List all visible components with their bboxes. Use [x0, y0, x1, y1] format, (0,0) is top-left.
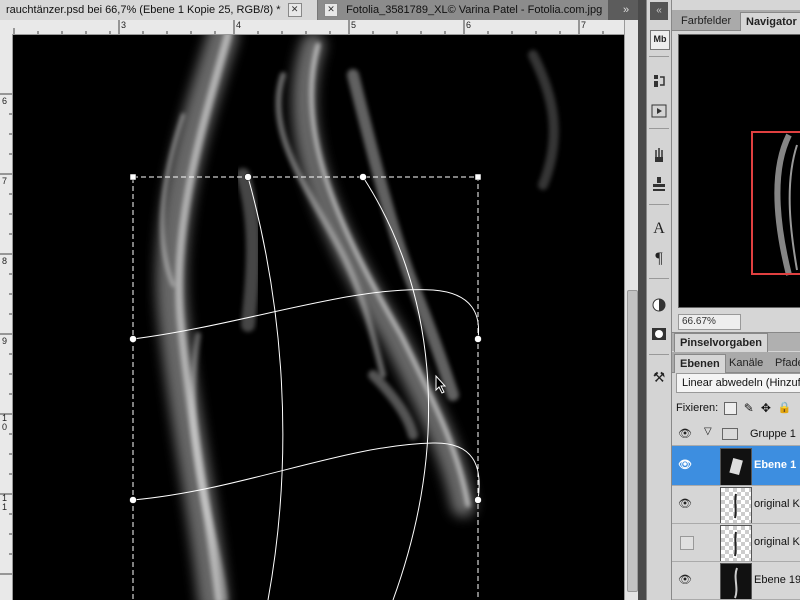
document-tab-label: rauchtänzer.psd bei 66,7% (Ebene 1 Kopie… [6, 4, 281, 16]
ruler-number: 1 0 [2, 413, 8, 432]
document-canvas[interactable] [13, 35, 624, 600]
tab-pfade[interactable]: Pfade [770, 354, 800, 372]
tab-farbfelder[interactable]: Farbfelder [676, 12, 736, 30]
layer-thumbnail [720, 487, 752, 523]
ruler-number: 7 [581, 20, 587, 30]
document-tab-active[interactable]: rauchtänzer.psd bei 66,7% (Ebene 1 Kopie… [0, 0, 318, 20]
scrollbar-thumb[interactable] [627, 290, 638, 592]
ruler-number: 4 [236, 20, 242, 30]
visibility-eye-icon[interactable]: 👁 [678, 458, 692, 472]
ruler-number: 6 [466, 20, 472, 30]
divider [649, 204, 669, 205]
tools-icon[interactable]: ⚒ [650, 368, 668, 386]
ruler-ticks [13, 20, 604, 34]
document-tab-bar: rauchtänzer.psd bei 66,7% (Ebene 1 Kopie… [0, 0, 638, 20]
divider [649, 354, 669, 355]
character-icon[interactable]: A [650, 220, 668, 238]
paragraph-icon[interactable]: ¶ [650, 250, 668, 268]
navigator-panel-tabs: Farbfelder Navigator [672, 10, 800, 31]
layer-name[interactable]: Ebene 1 Kopie 25 [754, 459, 800, 471]
group-expand-chevron-icon[interactable]: ▽ [704, 426, 712, 437]
collapse-panels-icon[interactable]: « [650, 2, 668, 20]
lock-pixels-icon[interactable]: ✎ [743, 402, 754, 414]
lock-all-icon[interactable]: 🔒 [777, 402, 791, 414]
vertical-scrollbar[interactable] [624, 20, 639, 600]
layer-row[interactable]: original Kopie [672, 524, 800, 562]
layer-name[interactable]: Gruppe 1 [750, 428, 796, 440]
blend-mode-select[interactable]: Linear abwedeln (Hinzufügen) [676, 373, 800, 393]
layer-name[interactable]: Ebene 19 Kopie [754, 574, 800, 586]
lock-label: Fixieren: [676, 402, 719, 414]
ruler-number: 5 [351, 20, 357, 30]
navigator-zoom-field[interactable]: 66.67% [678, 314, 741, 330]
brush-presets-icon[interactable] [650, 146, 668, 164]
lock-transparency-icon[interactable] [724, 401, 738, 415]
right-panel-dock: Farbfelder Navigator 66.67% Pinselvorgab… [672, 0, 800, 600]
actions-icon[interactable] [650, 102, 668, 120]
ruler-number: 3 [121, 20, 127, 30]
clone-source-icon[interactable] [650, 175, 668, 193]
visibility-toggle-empty[interactable] [680, 536, 694, 550]
masks-icon[interactable] [650, 325, 668, 343]
layer-name[interactable]: original Kopie [754, 498, 800, 510]
folder-icon [722, 428, 738, 440]
layer-thumbnail [720, 448, 752, 485]
navigator-view-frame[interactable] [751, 131, 800, 275]
lock-position-icon[interactable]: ✥ [760, 402, 771, 414]
mini-bridge-icon[interactable]: Mb [650, 30, 670, 50]
smoke-artwork [129, 35, 559, 600]
panel-icon-column: « Mb A ¶ ⚒ [646, 0, 672, 600]
divider [649, 128, 669, 129]
brush-presets-panel-tab: Pinselvorgaben [672, 332, 800, 352]
history-icon[interactable] [650, 72, 668, 90]
tab-navigator[interactable]: Navigator [740, 12, 800, 31]
layer-thumbnail [720, 563, 752, 599]
tab-kanaele[interactable]: Kanäle [724, 354, 768, 372]
close-tab-icon[interactable]: ✕ [287, 3, 302, 18]
layer-row[interactable]: 👁 original Kopie [672, 486, 800, 524]
layer-name[interactable]: original Kopie [754, 536, 800, 548]
panel-dock-divider[interactable] [638, 0, 646, 600]
ruler-number: 6 [2, 96, 8, 106]
layer-row-selected[interactable]: 👁 Ebene 1 Kopie 25 [672, 446, 800, 486]
document-tab-label: Fotolia_3581789_XL© Varina Patel - Fotol… [346, 4, 603, 16]
visibility-eye-icon[interactable]: 👁 [678, 573, 692, 587]
layers-panel-tabs: Ebenen Kanäle Pfade [672, 352, 800, 373]
ruler-number: 9 [2, 336, 8, 346]
tab-pinselvorgaben[interactable]: Pinselvorgaben [674, 333, 768, 352]
ruler-number: 7 [2, 176, 8, 186]
close-tab-icon[interactable]: ✕ [324, 3, 338, 18]
ruler-horizontal[interactable]: 2 3 4 5 6 7 [12, 20, 624, 35]
tab-ebenen[interactable]: Ebenen [674, 354, 726, 373]
layer-thumbnail [720, 525, 752, 561]
ruler-number: 1 1 [2, 493, 8, 512]
ruler-vertical[interactable]: 6 7 8 9 1 0 1 1 [0, 34, 13, 600]
adjustments-icon[interactable] [650, 296, 668, 314]
visibility-eye-icon[interactable]: 👁 [678, 497, 692, 511]
navigator-preview[interactable] [678, 34, 800, 308]
ruler-ticks [0, 93, 12, 575]
divider [649, 56, 669, 57]
divider [649, 278, 669, 279]
lock-row: Fixieren: ✎ ✥ 🔒 [676, 400, 800, 416]
tab-overflow-icon[interactable]: » [614, 0, 638, 20]
visibility-eye-icon[interactable]: 👁 [678, 427, 692, 441]
layer-row-group[interactable]: 👁 ▽ Gruppe 1 [672, 422, 800, 446]
ruler-number: 8 [2, 256, 8, 266]
layer-row[interactable]: 👁 Ebene 19 Kopie [672, 562, 800, 600]
document-tab-inactive[interactable]: ✕ Fotolia_3581789_XL© Varina Patel - Fot… [318, 0, 608, 20]
